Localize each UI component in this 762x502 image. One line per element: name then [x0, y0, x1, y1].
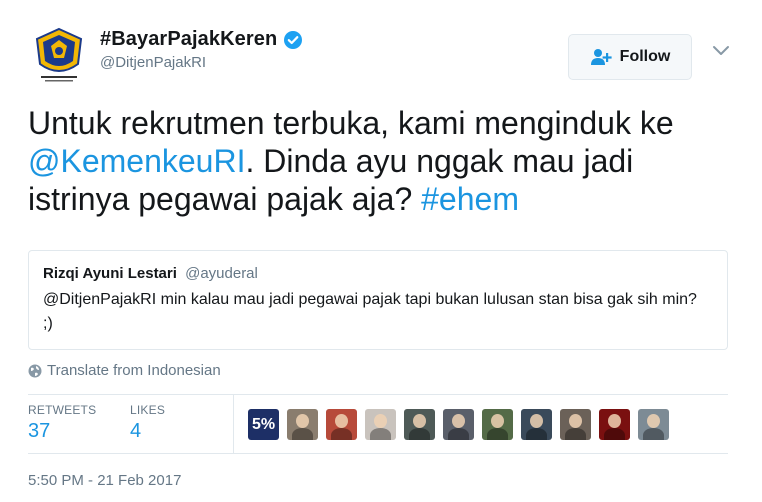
likes-stat[interactable]: LIKES 4	[130, 403, 165, 443]
quote-author-handle[interactable]: @ayuderal	[185, 265, 258, 282]
follow-label[interactable]: Follow	[620, 48, 671, 66]
retweets-label: RETWEETS	[28, 403, 97, 417]
liker-avatar[interactable]	[404, 409, 435, 440]
retweets-count[interactable]: 37	[28, 420, 96, 443]
stats-divider	[233, 395, 234, 453]
chevron-down-icon[interactable]	[712, 44, 730, 58]
liker-avatar[interactable]	[287, 409, 318, 440]
quote-author-name[interactable]: Rizqi Ayuni Lestari	[43, 265, 177, 282]
liker-avatar[interactable]	[326, 409, 357, 440]
likes-count[interactable]: 4	[130, 420, 165, 443]
liker-avatar[interactable]	[560, 409, 591, 440]
liker-badge-text: 5%	[251, 415, 276, 433]
tweet-stats: RETWEETS 37 LIKES 4 5%	[28, 394, 728, 454]
liker-avatar[interactable]	[599, 409, 630, 440]
tweet-timestamp[interactable]: 5:50 PM - 21 Feb 2017	[28, 472, 181, 489]
avatar[interactable]	[28, 24, 90, 86]
add-user-icon	[590, 49, 612, 65]
liker-avatar[interactable]	[482, 409, 513, 440]
translate-link[interactable]: Translate from Indonesian	[28, 362, 221, 379]
hashtag-link[interactable]: #ehem	[421, 181, 519, 217]
translate-label[interactable]: Translate from Indonesian	[47, 362, 221, 379]
tweet-header: #BayarPajakKeren @DitjenPajakRI Follow	[28, 24, 738, 94]
mention-link[interactable]: @KemenkeuRI	[28, 143, 245, 179]
liker-avatar[interactable]	[443, 409, 474, 440]
ministry-of-finance-emblem-icon	[35, 27, 83, 82]
follow-button[interactable]: Follow	[568, 34, 692, 80]
quote-text: @DitjenPajakRI min kalau mau jadi pegawa…	[43, 291, 697, 332]
globe-icon	[28, 364, 42, 377]
tweet-text: Untuk rekrutmen terbuka, kami menginduk …	[28, 104, 728, 218]
liker-avatar[interactable]	[638, 409, 669, 440]
display-name[interactable]: #BayarPajakKeren	[100, 28, 303, 51]
likes-label: LIKES	[130, 403, 166, 417]
verified-badge-icon	[284, 30, 303, 49]
display-name-text[interactable]: #BayarPajakKeren	[100, 28, 277, 51]
user-handle[interactable]: @DitjenPajakRI	[100, 54, 303, 71]
liker-avatar[interactable]: 5%	[248, 409, 279, 440]
liker-avatar[interactable]	[365, 409, 396, 440]
liker-avatars: 5%	[248, 409, 669, 440]
quoted-tweet[interactable]: Rizqi Ayuni Lestari @ayuderal @DitjenPaj…	[28, 250, 728, 350]
retweets-stat[interactable]: RETWEETS 37	[28, 403, 96, 443]
liker-avatar[interactable]	[521, 409, 552, 440]
tweet-text-part: Untuk rekrutmen terbuka, kami menginduk …	[28, 105, 674, 141]
